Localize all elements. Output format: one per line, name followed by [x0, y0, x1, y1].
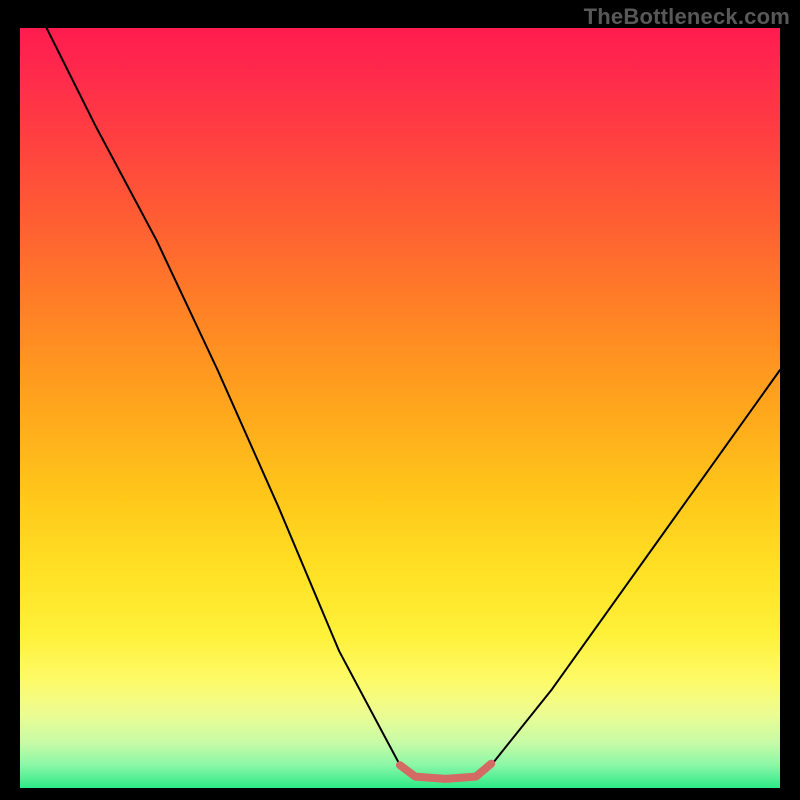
watermark-label: TheBottleneck.com	[584, 4, 790, 30]
chart-frame: TheBottleneck.com	[0, 0, 800, 800]
curve-right	[491, 370, 780, 765]
plot-area	[20, 28, 780, 788]
curve-valley	[400, 764, 491, 779]
curve-layer	[20, 28, 780, 788]
curve-left	[47, 28, 400, 765]
